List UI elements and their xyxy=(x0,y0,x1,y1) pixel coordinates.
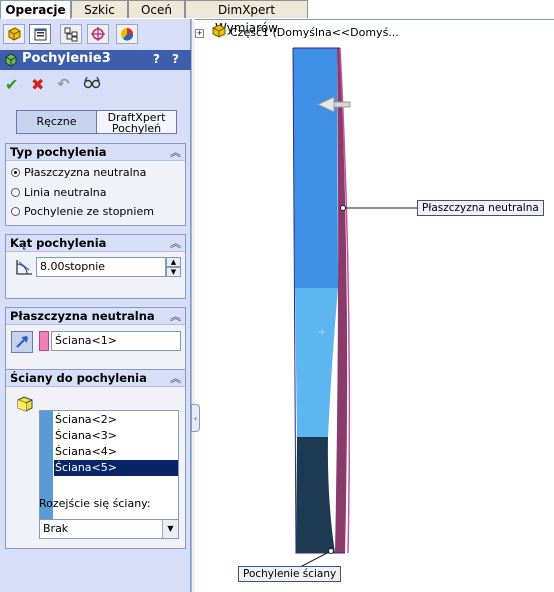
part-face-middle[interactable] xyxy=(295,288,338,437)
part-face-upper[interactable] xyxy=(293,48,338,288)
draft-face-callout[interactable]: Pochylenie ściany xyxy=(238,566,342,582)
graphics-viewport[interactable]: + xyxy=(0,0,554,592)
part-face-lower[interactable] xyxy=(296,437,335,553)
origin-marker-icon: + xyxy=(318,327,326,338)
neutral-plane-callout[interactable]: Płaszczyzna neutralna xyxy=(417,200,544,216)
